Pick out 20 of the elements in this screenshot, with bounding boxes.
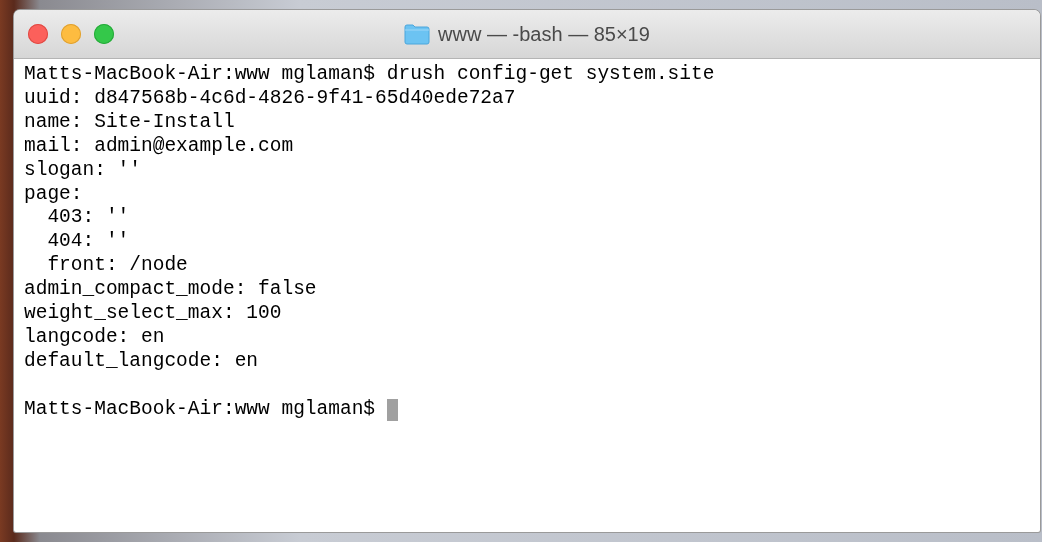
folder-icon: [404, 23, 431, 45]
terminal-line: Matts-MacBook-Air:www mglaman$ drush config-get system.site: [24, 63, 715, 87]
terminal-line: uuid: d847568b-4c6d-4826-9f41-65d40ede72a7: [24, 86, 516, 111]
terminal-line: front: /node: [46, 254, 188, 279]
close-button[interactable]: [28, 24, 48, 44]
terminal-line: default_langcode: en: [24, 349, 259, 374]
minimize-button[interactable]: [61, 24, 81, 44]
terminal-line: langcode: en: [24, 325, 165, 350]
terminal-line: admin_compact_mode: false: [24, 278, 317, 303]
shell-prompt: Matts-MacBook-Air:www mglaman$: [24, 397, 376, 422]
terminal-line: 404: '': [46, 230, 130, 255]
text-cursor: [387, 398, 399, 421]
terminal-line: weight_select_max: 100: [24, 302, 282, 326]
terminal-line: page:: [24, 182, 83, 207]
terminal-line: 403: '': [46, 206, 130, 231]
window-title: www — -bash — 85×19: [438, 22, 650, 46]
terminal-line: slogan: '': [24, 158, 142, 183]
terminal-line: name: Site-Install: [24, 110, 235, 135]
terminal-line: mail: admin@example.com: [24, 134, 294, 159]
zoom-button[interactable]: [94, 24, 114, 44]
